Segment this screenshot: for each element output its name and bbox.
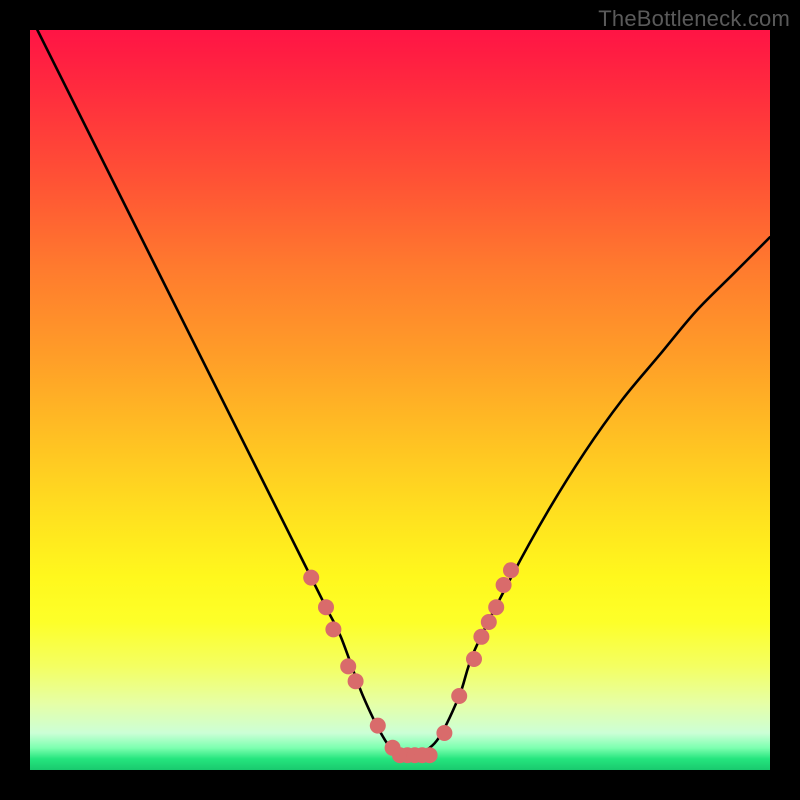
- data-marker: [303, 570, 319, 586]
- data-marker: [473, 629, 489, 645]
- data-marker: [340, 658, 356, 674]
- data-marker: [422, 747, 438, 763]
- data-marker: [370, 718, 386, 734]
- data-marker: [466, 651, 482, 667]
- curve-layer: [30, 30, 770, 770]
- chart-frame: TheBottleneck.com: [0, 0, 800, 800]
- bottleneck-curve: [30, 30, 770, 757]
- data-marker: [496, 577, 512, 593]
- plot-area: [30, 30, 770, 770]
- data-marker: [436, 725, 452, 741]
- data-marker: [488, 599, 504, 615]
- data-marker: [503, 562, 519, 578]
- data-marker: [451, 688, 467, 704]
- data-marker: [318, 599, 334, 615]
- data-marker: [325, 621, 341, 637]
- data-marker: [348, 673, 364, 689]
- data-marker: [481, 614, 497, 630]
- watermark-text: TheBottleneck.com: [598, 6, 790, 32]
